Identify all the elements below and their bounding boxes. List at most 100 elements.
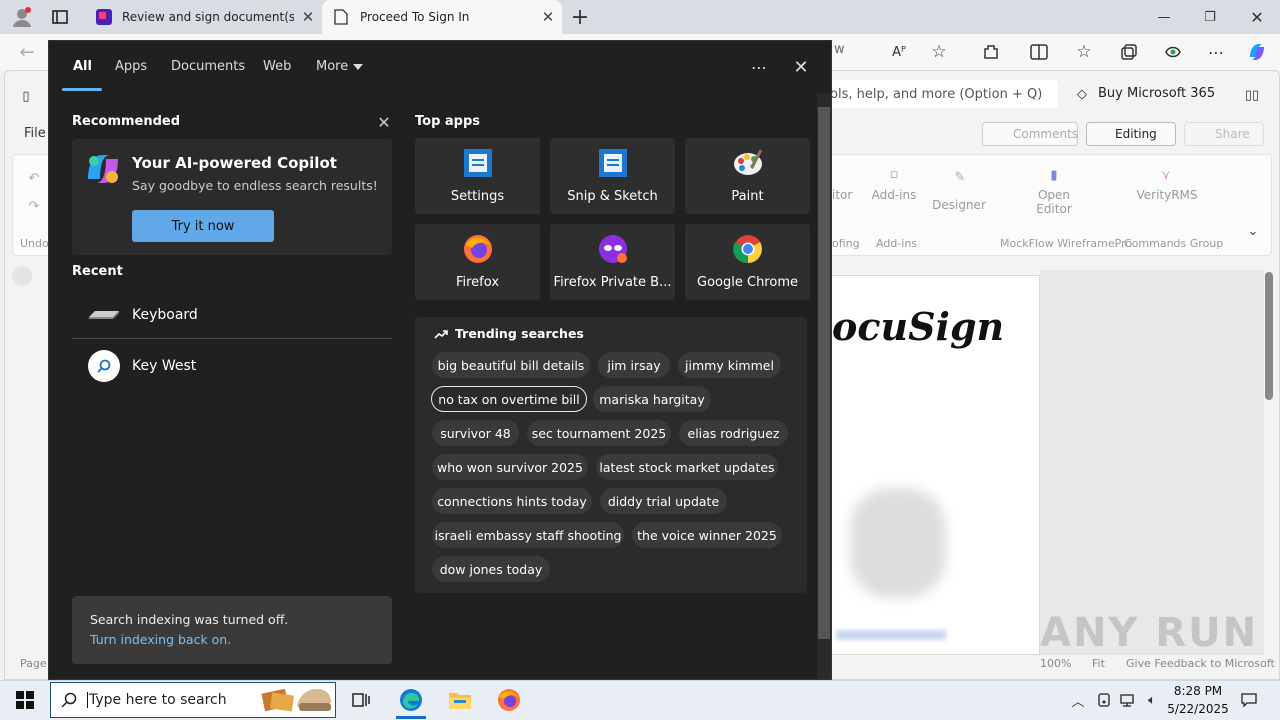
profile-avatar-icon[interactable]: [8, 4, 36, 30]
undo-icon[interactable]: ↶: [24, 168, 44, 188]
ribbon-verityrms[interactable]: VerityRMS: [1132, 188, 1202, 202]
try-copilot-button[interactable]: Try it now: [132, 210, 274, 242]
settings-more-icon[interactable]: ⋯: [1203, 40, 1229, 64]
more-options-icon[interactable]: ⋯: [747, 55, 771, 79]
windows-search-panel: All Apps Documents Web More ⋯ ✕ Recommen…: [48, 40, 832, 680]
trending-chip[interactable]: jimmy kimmel: [678, 352, 781, 378]
task-view-icon[interactable]: [346, 684, 376, 716]
browser-essentials-icon[interactable]: [1160, 40, 1186, 64]
status-fit[interactable]: Fit: [1092, 657, 1105, 670]
firefox-private-icon: [597, 233, 629, 265]
app-tile-paint[interactable]: Paint: [685, 138, 810, 214]
doc-scroll-thumb[interactable]: [1265, 272, 1273, 400]
split-screen-icon[interactable]: [1026, 40, 1052, 64]
navigation-circle[interactable]: [12, 266, 32, 286]
trending-chip[interactable]: the voice winner 2025: [632, 522, 782, 548]
tab-all[interactable]: All: [73, 59, 92, 74]
web-search-icon: [88, 350, 120, 382]
editing-button[interactable]: Editing: [1086, 122, 1176, 146]
document-gray-area: [1040, 270, 1264, 655]
app-tile-snip-sketch[interactable]: Snip & Sketch: [550, 138, 675, 214]
ribbon-addins[interactable]: Add-ins: [868, 188, 920, 202]
comments-button[interactable]: Comments: [982, 122, 1078, 146]
trending-chip[interactable]: diddy trial update: [600, 488, 727, 514]
back-icon[interactable]: ←: [14, 40, 40, 64]
app-tile-settings[interactable]: Settings: [415, 138, 540, 214]
ribbon-editor[interactable]: itor: [832, 188, 852, 202]
taskbar-search-input[interactable]: Type here to search: [87, 692, 227, 708]
ribbon-designer[interactable]: Designer: [930, 198, 988, 212]
turn-indexing-on-link[interactable]: Turn indexing back on.: [90, 632, 231, 647]
restore-icon[interactable]: ❐: [1196, 4, 1224, 30]
extensions-icon[interactable]: [978, 40, 1004, 64]
trending-chip[interactable]: latest stock market updates: [596, 454, 778, 480]
network-icon[interactable]: [1117, 688, 1139, 712]
ribbon-group-undo: Undo: [20, 237, 49, 250]
file-explorer-icon[interactable]: [444, 684, 476, 716]
tab-proceed-sign-in[interactable]: Proceed To Sign In ✕: [322, 0, 562, 34]
tab-review-sign[interactable]: Review and sign document(s) | D ✕: [84, 0, 322, 34]
collections-icon[interactable]: [1116, 40, 1142, 64]
app-tile-label: Paint: [731, 189, 764, 204]
share-button[interactable]: Share: [1184, 122, 1264, 146]
minimize-icon[interactable]: —: [1150, 4, 1178, 30]
ribbon-expand-icon[interactable]: ⌄: [1244, 222, 1262, 240]
app-tile-firefox[interactable]: Firefox: [415, 224, 540, 300]
status-zoom[interactable]: 100%: [1040, 657, 1071, 670]
recent-item-key-west[interactable]: [72, 343, 392, 389]
ribbon-open-editor[interactable]: Open Editor: [1032, 188, 1076, 216]
address-field[interactable]: w: [834, 42, 874, 62]
trending-chip[interactable]: big beautiful bill details: [432, 352, 590, 378]
close-window-icon[interactable]: ✕: [1243, 4, 1271, 30]
taskbar-search-box[interactable]: Type here to search: [50, 682, 336, 718]
feedback-link[interactable]: Give Feedback to Microsoft: [1126, 657, 1275, 670]
close-tab-icon[interactable]: ✕: [534, 8, 562, 26]
trending-chip[interactable]: jim irsay: [598, 352, 670, 378]
buy-microsoft-365-link[interactable]: Buy Microsoft 365: [1098, 86, 1215, 101]
panel-scroll-thumb[interactable]: [818, 107, 830, 639]
copilot-logo-icon: [84, 151, 122, 187]
tab-web[interactable]: Web: [263, 59, 291, 74]
trending-chip[interactable]: elias rodriguez: [679, 420, 788, 446]
chevron-down-icon[interactable]: [353, 64, 363, 70]
app-tile-firefox-private[interactable]: Firefox Private B...: [550, 224, 675, 300]
ribbon-group-proofing: ofing: [832, 237, 860, 250]
close-tab-icon[interactable]: ✕: [294, 8, 322, 26]
copilot-icon[interactable]: [1244, 39, 1270, 65]
device-icon[interactable]: [1094, 688, 1114, 712]
read-aloud-icon[interactable]: Aᴾ: [886, 40, 912, 64]
trending-chip[interactable]: connections hints today: [432, 488, 592, 514]
favorite-star-icon[interactable]: ☆: [926, 40, 952, 64]
tab-title: Proceed To Sign In: [360, 10, 470, 24]
recent-item-keyboard[interactable]: [72, 291, 392, 339]
new-tab-icon[interactable]: +: [566, 4, 594, 30]
file-menu[interactable]: File: [24, 126, 46, 141]
dismiss-recommended-icon[interactable]: ✕: [374, 112, 394, 132]
notifications-icon[interactable]: [1238, 688, 1260, 712]
word-search-input[interactable]: ols, help, and more (Option + Q): [826, 80, 1058, 108]
volume-icon[interactable]: 🔈︎: [1141, 688, 1163, 712]
app-launcher-icon[interactable]: ▯: [16, 86, 36, 106]
trending-chip[interactable]: survivor 48: [432, 420, 519, 446]
show-hidden-icons-icon[interactable]: ︿: [1068, 688, 1088, 712]
favorites-icon[interactable]: ☆: [1071, 40, 1097, 64]
app-tile-chrome[interactable]: Google Chrome: [685, 224, 810, 300]
close-panel-icon[interactable]: ✕: [789, 55, 813, 79]
tab-apps[interactable]: Apps: [115, 59, 147, 74]
tab-actions-icon[interactable]: [46, 4, 74, 30]
trending-chip-selected[interactable]: no tax on overtime bill: [431, 386, 587, 412]
layout-icon[interactable]: ▯▯: [1240, 86, 1264, 104]
taskbar-date[interactable]: 5/22/2025: [1162, 702, 1234, 716]
taskbar-time[interactable]: 8:28 PM: [1168, 684, 1228, 698]
trending-chip[interactable]: israeli embassy staff shooting: [432, 522, 624, 548]
firefox-taskbar-icon[interactable]: [492, 684, 526, 716]
trending-chip[interactable]: who won survivor 2025: [432, 454, 588, 480]
tab-more[interactable]: More: [316, 59, 348, 74]
redo-icon[interactable]: ↷: [24, 196, 44, 216]
edge-icon[interactable]: [394, 684, 428, 716]
trending-chip[interactable]: dow jones today: [432, 556, 550, 582]
trending-chip[interactable]: mariska hargitay: [593, 386, 711, 412]
trending-chip[interactable]: sec tournament 2025: [527, 420, 671, 446]
windows-start-icon[interactable]: [8, 684, 42, 716]
tab-documents[interactable]: Documents: [171, 59, 245, 74]
